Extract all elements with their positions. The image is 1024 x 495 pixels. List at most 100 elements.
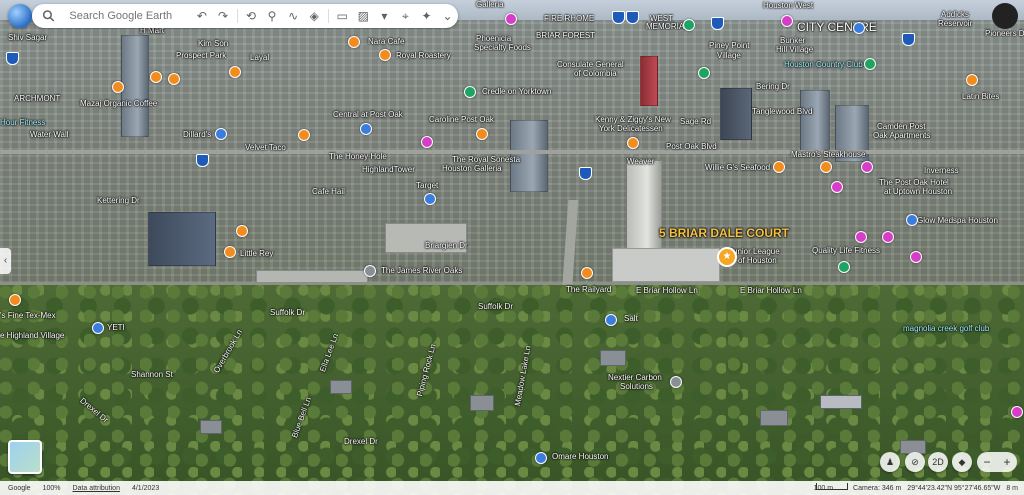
map-label[interactable]: Reservoir [938, 19, 972, 28]
map-label[interactable]: E Briar Hollow Ln [740, 286, 802, 295]
map-label[interactable]: Credle on Yorktown [482, 87, 551, 96]
place-pin[interactable] [168, 73, 180, 85]
place-pin[interactable] [864, 58, 876, 70]
place-pin[interactable] [112, 81, 124, 93]
path-icon[interactable]: ∿ [283, 5, 304, 27]
map-label[interactable]: Sage Rd [680, 117, 711, 126]
place-pin[interactable] [298, 129, 310, 141]
place-pin[interactable] [831, 181, 843, 193]
sparkle-icon[interactable]: ✦ [416, 5, 437, 27]
place-pin[interactable] [670, 376, 682, 388]
place-pin[interactable] [966, 74, 978, 86]
map-label[interactable]: Houston Galleria [442, 164, 502, 173]
map-label[interactable]: HighlandTower [362, 165, 415, 174]
map-label[interactable]: Caroline Post Oak [429, 115, 494, 124]
capture-icon[interactable]: ⌖ [395, 5, 416, 27]
compass-icon[interactable]: ◆ [952, 452, 972, 472]
zoom-in-button[interactable]: + [1003, 455, 1010, 469]
map-label[interactable]: Prospect Park [176, 51, 226, 60]
place-pin[interactable] [838, 261, 850, 273]
place-pin[interactable] [464, 86, 476, 98]
history-icon[interactable]: ⟲ [240, 5, 261, 27]
ruler-icon[interactable]: ▭ [332, 5, 353, 27]
map-label[interactable]: E Briar Hollow Ln [636, 286, 698, 295]
search-input[interactable] [67, 9, 192, 23]
map-label[interactable]: Glow Medspa Houston [917, 216, 998, 225]
map-label[interactable]: The Royal Sonesta [452, 155, 520, 164]
map-label[interactable]: The Post Oak Hotel [879, 178, 949, 187]
data-attribution-link[interactable]: Data attribution [72, 485, 119, 492]
map-label[interactable]: Village [717, 51, 741, 60]
place-pin[interactable] [535, 452, 547, 464]
map-label[interactable]: Kenny & Ziggy's New [595, 115, 671, 124]
map-label[interactable]: The Honey Hole [329, 152, 387, 161]
place-pin[interactable] [910, 251, 922, 263]
map-label[interactable]: Suffolk Dr [270, 308, 305, 317]
zoom-out-button[interactable]: − [983, 455, 990, 469]
map-label[interactable]: Oak Apartments [873, 131, 930, 140]
map-label[interactable]: Omare Houston [552, 452, 608, 461]
place-pin[interactable] [379, 49, 391, 61]
place-pin[interactable] [820, 161, 832, 173]
place-pin[interactable] [773, 161, 785, 173]
map-label[interactable]: Nextier Carbon [608, 373, 662, 382]
layers-icon[interactable]: ◈ [304, 5, 325, 27]
map-label[interactable]: Drexel Dr [344, 437, 378, 446]
map-label[interactable]: Shannon St [131, 370, 173, 379]
map-label[interactable]: Latin Bites [962, 92, 999, 101]
map-label[interactable]: Post Oak Blvd [666, 142, 717, 151]
map-label[interactable]: The James River Oaks [381, 266, 462, 275]
map-label[interactable]: Specialty Foods [474, 43, 531, 52]
map-label[interactable]: Dillard's [183, 130, 211, 139]
earth-menu-button[interactable] [8, 4, 32, 28]
place-pin[interactable] [605, 314, 617, 326]
place-pin[interactable] [1011, 406, 1023, 418]
place-pin[interactable] [505, 13, 517, 25]
map-label[interactable]: Bering Dr [756, 82, 790, 91]
map-label[interactable]: Water Wall [30, 130, 69, 139]
map-label[interactable]: e Highland Village [0, 331, 64, 340]
place-pin[interactable] [698, 67, 710, 79]
place-pin[interactable] [421, 136, 433, 148]
place-pin[interactable] [215, 128, 227, 140]
map-label[interactable]: Royal Roastery [396, 51, 451, 60]
map-label[interactable]: Shiv Sagar [8, 33, 47, 42]
map-style-button[interactable] [8, 440, 42, 474]
image-icon[interactable]: ▨ [353, 5, 374, 27]
chevron-down-icon[interactable]: ▾ [374, 5, 395, 27]
map-label[interactable]: Solutions [620, 382, 653, 391]
map-label[interactable]: Briargien Dr [425, 241, 468, 250]
map-label[interactable]: Nara Cafe [368, 37, 404, 46]
map-label[interactable]: of Colombia [574, 69, 617, 78]
map-label[interactable]: Addicks [941, 10, 969, 19]
map-label[interactable]: Inverness [924, 166, 959, 175]
map-label[interactable]: Central at Post Oak [333, 110, 403, 119]
place-pin[interactable] [236, 225, 248, 237]
map-label[interactable]: Pioneers D [985, 29, 1024, 38]
map-label[interactable]: Layal [250, 53, 269, 62]
map-label[interactable]: BRIAR FOREST [536, 31, 595, 40]
map-label[interactable]: Mazaj Organic Coffee [80, 99, 157, 108]
map-label[interactable]: ARCHMONT [14, 94, 60, 103]
place-pin[interactable] [360, 123, 372, 135]
place-pin[interactable] [781, 15, 793, 27]
place-pin[interactable] [224, 246, 236, 258]
map-label[interactable]: YETI [107, 323, 125, 332]
map-label[interactable]: of Houston [738, 256, 777, 265]
star-location-icon[interactable]: ★ [717, 247, 737, 267]
map-label[interactable]: Hour Fitness [0, 118, 45, 127]
place-pin[interactable] [364, 265, 376, 277]
undo-icon[interactable]: ↶ [191, 5, 212, 27]
map-label[interactable]: Hill Village [776, 45, 813, 54]
map-label[interactable]: Mastro's Steakhouse [791, 150, 865, 159]
place-pin[interactable] [906, 214, 918, 226]
map-label[interactable]: magnolia creek golf club [903, 324, 989, 333]
placemark-icon[interactable]: ⚲ [262, 5, 283, 27]
place-pin[interactable] [348, 36, 360, 48]
map-label[interactable]: Cafe Hail [312, 187, 345, 196]
place-pin[interactable] [861, 161, 873, 173]
redo-icon[interactable]: ↷ [212, 5, 233, 27]
map-label[interactable]: Houston West [763, 1, 813, 10]
map-label[interactable]: Camden Post [877, 122, 925, 131]
map-label[interactable]: Kettering Dr [97, 196, 140, 205]
